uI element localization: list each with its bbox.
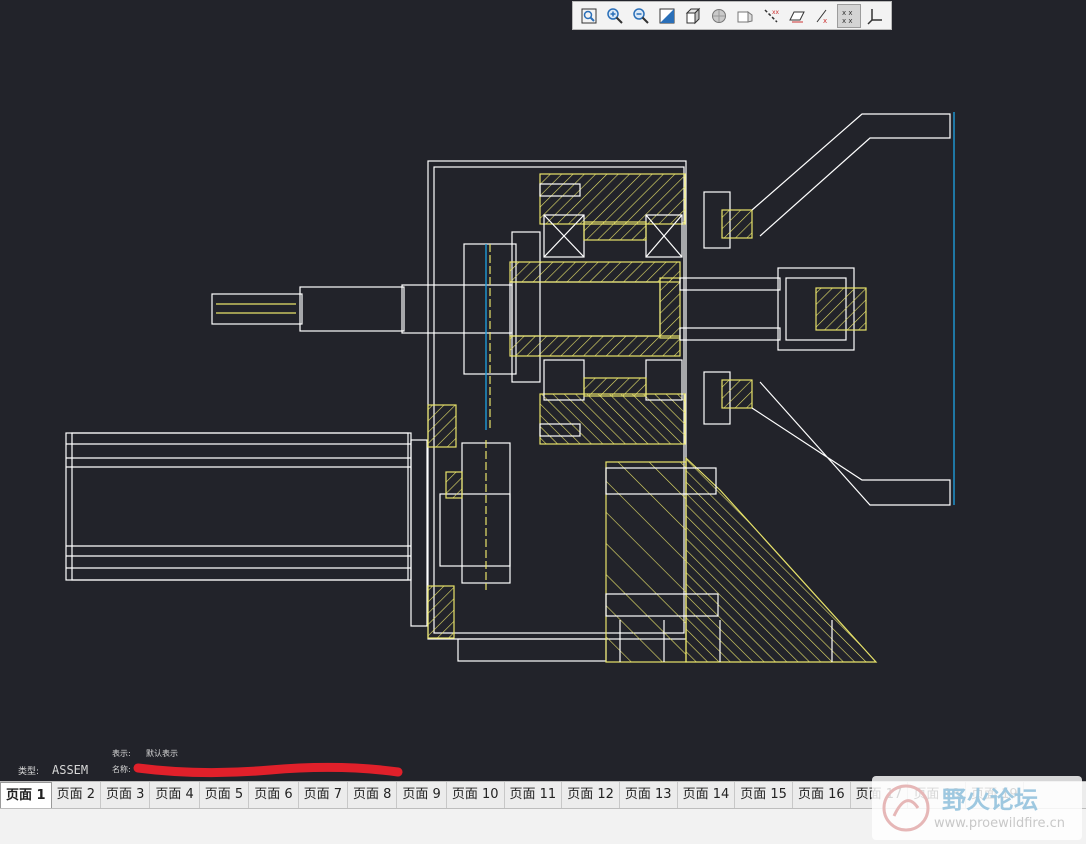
tab-page-14[interactable]: 页面 14 bbox=[678, 782, 736, 808]
repaint-button[interactable] bbox=[655, 4, 679, 28]
drawing-info-block: 表示: 默认表示 类型: ASSEM 名称: bbox=[18, 748, 403, 778]
bearing-assembly bbox=[463, 173, 686, 445]
datum-point-icon: x bbox=[816, 9, 827, 25]
gripper bbox=[679, 112, 955, 506]
tab-page-13[interactable]: 页面 13 bbox=[620, 782, 678, 808]
coordinate-system-button[interactable] bbox=[863, 4, 887, 28]
csys-toggle-button[interactable]: x xx x bbox=[837, 3, 861, 28]
tab-page-7[interactable]: 页面 7 bbox=[299, 782, 349, 808]
base-mount bbox=[605, 456, 878, 663]
svg-text:x x: x x bbox=[842, 17, 853, 25]
name-label: 名称: bbox=[112, 764, 131, 774]
lower-pulley bbox=[439, 440, 511, 590]
zoom-out-button[interactable] bbox=[629, 4, 653, 28]
view-toolbar: xx x x xx x bbox=[572, 1, 892, 30]
zoom-out-icon bbox=[633, 7, 649, 24]
tab-page-1[interactable]: 页面 1 bbox=[0, 782, 52, 808]
tab-page-10[interactable]: 页面 10 bbox=[447, 782, 505, 808]
svg-text:x x: x x bbox=[842, 9, 853, 17]
redaction-mark bbox=[133, 762, 403, 778]
svg-text:x: x bbox=[823, 17, 827, 25]
datum-plane-button[interactable] bbox=[785, 4, 809, 28]
display-label: 表示: bbox=[112, 748, 131, 758]
tab-page-9[interactable]: 页面 9 bbox=[397, 782, 447, 808]
csys-toggle-icon: x xx x bbox=[842, 9, 853, 25]
display-value: 默认表示 bbox=[146, 748, 178, 758]
drawing-canvas[interactable]: 表示: 默认表示 类型: ASSEM 名称: bbox=[0, 31, 1086, 779]
forum-watermark: 野火论坛 www.proewildfire.cn bbox=[872, 776, 1082, 840]
datum-plane-icon bbox=[789, 11, 805, 22]
shaded-display-button[interactable] bbox=[681, 4, 705, 28]
watermark-url: www.proewildfire.cn bbox=[934, 816, 1065, 831]
zoom-fit-icon bbox=[581, 8, 597, 23]
hidden-line-button[interactable] bbox=[707, 4, 731, 28]
shaft bbox=[211, 277, 681, 339]
coordinate-system-icon bbox=[867, 8, 882, 25]
repaint-icon bbox=[659, 8, 675, 23]
datum-axis-button[interactable]: xx bbox=[759, 4, 783, 28]
datum-point-button[interactable]: x bbox=[811, 4, 835, 28]
tab-page-8[interactable]: 页面 8 bbox=[348, 782, 398, 808]
tab-page-11[interactable]: 页面 11 bbox=[505, 782, 563, 808]
svg-text:xx: xx bbox=[772, 9, 780, 16]
tab-page-5[interactable]: 页面 5 bbox=[200, 782, 250, 808]
no-hidden-icon bbox=[737, 10, 753, 23]
zoom-fit-button[interactable] bbox=[577, 4, 601, 28]
cross-section-drawing bbox=[65, 112, 955, 663]
zoom-in-button[interactable] bbox=[603, 4, 627, 28]
zoom-in-icon bbox=[607, 7, 623, 24]
watermark-logo-icon bbox=[882, 784, 930, 832]
tab-page-6[interactable]: 页面 6 bbox=[249, 782, 299, 808]
tab-page-16[interactable]: 页面 16 bbox=[793, 782, 851, 808]
type-label: 类型: bbox=[18, 765, 39, 777]
no-hidden-button[interactable] bbox=[733, 4, 757, 28]
tab-page-3[interactable]: 页面 3 bbox=[101, 782, 151, 808]
watermark-title: 野火论坛 bbox=[942, 786, 1038, 814]
hidden-line-icon bbox=[712, 8, 726, 23]
tab-page-2[interactable]: 页面 2 bbox=[52, 782, 101, 808]
type-value: ASSEM bbox=[52, 763, 88, 777]
datum-axis-icon: xx bbox=[764, 9, 780, 23]
tab-page-12[interactable]: 页面 12 bbox=[562, 782, 620, 808]
shaded-display-icon bbox=[685, 7, 701, 24]
motor-body bbox=[65, 432, 428, 627]
tab-page-15[interactable]: 页面 15 bbox=[735, 782, 793, 808]
tab-page-4[interactable]: 页面 4 bbox=[150, 782, 200, 808]
